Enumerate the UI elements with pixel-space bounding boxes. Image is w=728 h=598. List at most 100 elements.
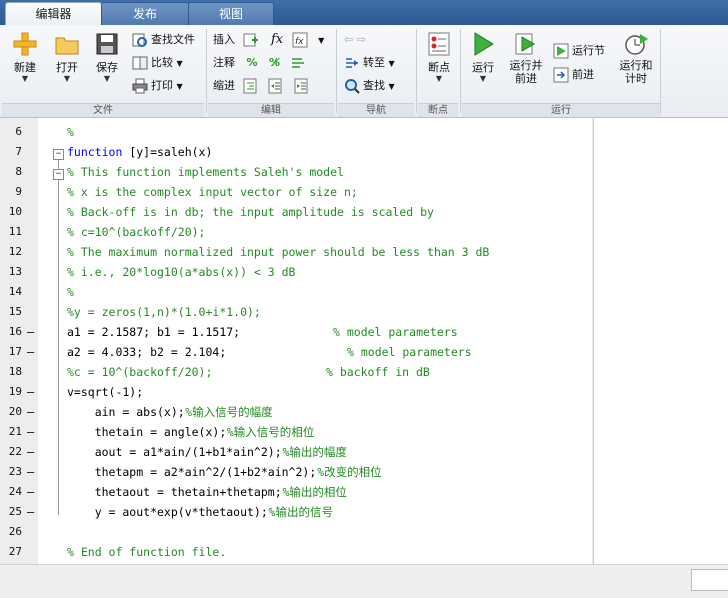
executable-line-marker[interactable]: –	[27, 382, 34, 402]
code-line[interactable]: 7 function [y]=saleh(x)	[0, 142, 728, 162]
breakpoints-button[interactable]: 断点 ▼	[422, 31, 456, 83]
run-advance-label-2: 前进	[515, 72, 537, 85]
code-line[interactable]: 8 % This function implements Saleh's mode…	[0, 162, 728, 182]
code-line[interactable]: 24– thetaout = thetain+thetapm; %输出的相位	[0, 482, 728, 502]
insert-icon	[243, 33, 258, 47]
run-icon	[474, 32, 494, 56]
save-button-label: 保存	[96, 61, 118, 74]
fold-function-toggle[interactable]: −	[53, 149, 64, 160]
uncomment-icon[interactable]: %̸	[269, 56, 280, 69]
back-icon[interactable]: ⇦	[344, 33, 353, 46]
code-line[interactable]: 18 %c = 10^(backoff/20); % backoff in dB	[0, 362, 728, 382]
find-button[interactable]: 查找 ▼	[344, 76, 395, 96]
code-line[interactable]: 27 % End of function file.	[0, 542, 728, 562]
comment-percent-icon[interactable]: %	[247, 56, 258, 69]
advance-button[interactable]: 前进	[553, 65, 594, 85]
code-line[interactable]: 22– aout = a1*ain/(1+b1*ain^2); %输出的幅度	[0, 442, 728, 462]
executable-line-marker[interactable]: –	[27, 462, 34, 482]
comment-text: %y = zeros(1,n)*(1.0+i*1.0);	[67, 305, 261, 319]
inline-comment: %输出的相位	[282, 485, 347, 499]
code-line[interactable]: 14%	[0, 282, 728, 302]
code-line[interactable]: 13 % i.e., 20*log10(a*abs(x)) < 3 dB	[0, 262, 728, 282]
code-line[interactable]: 20– ain = abs(x); %输入信号的幅度	[0, 402, 728, 422]
new-button[interactable]: 新建 ▼	[8, 31, 42, 83]
save-button[interactable]: 保存 ▼	[90, 31, 124, 83]
code-line[interactable]: 26	[0, 522, 728, 542]
code-text: function [y]=saleh(x)	[67, 142, 212, 162]
forward-icon[interactable]: ⇨	[357, 33, 366, 46]
find-files-icon	[132, 33, 147, 47]
code-line[interactable]: 16– a1 = 2.1587; b1 = 1.1517; % model para…	[0, 322, 728, 342]
wrap-comments-icon[interactable]	[290, 55, 306, 71]
divider	[206, 29, 207, 113]
executable-line-marker[interactable]: –	[27, 442, 34, 462]
code-line[interactable]: 6%	[0, 122, 728, 142]
code-line[interactable]: 25– y = aout*exp(v*thetaout); %输出的信号	[0, 502, 728, 522]
executable-line-marker[interactable]: –	[27, 402, 34, 422]
line-number: 6	[15, 125, 22, 138]
tab-editor[interactable]: 编辑器	[5, 2, 102, 27]
code-line[interactable]: 21– thetain = angle(x); %输入信号的相位	[0, 422, 728, 442]
chevron-down-icon: ▼	[176, 82, 183, 91]
goto-button[interactable]: 转至 ▼	[344, 53, 395, 73]
find-files-button[interactable]: 查找文件	[132, 30, 195, 50]
status-field	[691, 569, 728, 591]
open-button[interactable]: 打开 ▼	[50, 31, 84, 83]
open-button-label: 打开	[56, 61, 78, 74]
ribbon: 新建 ▼ 打开 ▼ 保存 ▼ 查找文件 比较 ▼ 打印 ▼ 文件 插入 fx f…	[0, 25, 728, 118]
comment-text: % The maximum normalized input power sho…	[67, 245, 490, 259]
run-time-label-2: 计时	[625, 72, 647, 85]
code-line[interactable]: 15 %y = zeros(1,n)*(1.0+i*1.0);	[0, 302, 728, 322]
comment-text: %	[67, 125, 74, 139]
divider	[336, 29, 337, 113]
line-number: 15	[8, 305, 22, 318]
run-button[interactable]: 运行 ▼	[466, 31, 500, 83]
outdent-icon[interactable]	[294, 78, 310, 94]
tab-view[interactable]: 视图	[188, 2, 274, 26]
code-editor[interactable]: 6% 7 function [y]=saleh(x) 8 % This function…	[0, 118, 728, 564]
code-line[interactable]: 10 % Back-off is in db; the input amplitu…	[0, 202, 728, 222]
new-file-icon	[13, 32, 37, 56]
run-and-advance-button[interactable]: 运行并 前进	[506, 31, 546, 85]
executable-line-marker[interactable]: –	[27, 342, 34, 362]
chevron-down-icon[interactable]: ▼	[318, 36, 324, 45]
code-line[interactable]: 17– a2 = 4.033; b2 = 2.104; % model parame…	[0, 342, 728, 362]
line-number: 8	[15, 165, 22, 178]
print-icon	[132, 78, 148, 94]
run-advance-icon	[515, 33, 535, 55]
divider	[416, 29, 417, 113]
executable-line-marker[interactable]: –	[27, 482, 34, 502]
code-line[interactable]: 23– thetapm = a2*ain^2/(1+b2*ain^2); %改变的…	[0, 462, 728, 482]
fx-icon[interactable]: fx	[271, 32, 283, 47]
insert-button[interactable]: 插入 fx fx ▼	[213, 30, 324, 50]
group-label-file: 文件	[2, 103, 204, 117]
function-browser-icon[interactable]: fx	[292, 32, 308, 48]
fold-comment-toggle[interactable]: −	[53, 169, 64, 180]
divider	[460, 29, 461, 113]
run-section-label: 运行节	[572, 44, 605, 57]
code-line[interactable]: 11 % c=10^(backoff/20);	[0, 222, 728, 242]
run-advance-label-1: 运行并	[509, 59, 543, 72]
code-line[interactable]: 12 % The maximum normalized input power s…	[0, 242, 728, 262]
executable-line-marker[interactable]: –	[27, 322, 34, 342]
compare-button[interactable]: 比较 ▼	[132, 53, 183, 73]
comment-button[interactable]: 注释 % %̸	[213, 53, 309, 73]
print-button[interactable]: 打印 ▼	[132, 76, 183, 96]
comment-label: 注释	[213, 56, 235, 69]
tab-strip: 编辑器 发布 视图	[0, 0, 728, 27]
tab-publish[interactable]: 发布	[101, 2, 189, 26]
executable-line-marker[interactable]: –	[27, 502, 34, 522]
code-line[interactable]: 19– v=sqrt(-1);	[0, 382, 728, 402]
code-line[interactable]: 9 % x is the complex input vector of size…	[0, 182, 728, 202]
run-and-time-button[interactable]: 运行和 计时	[616, 31, 656, 85]
comment-text: %c = 10^(backoff/20);	[67, 365, 213, 379]
inline-comment: % model parameters	[347, 345, 472, 359]
indent-icon[interactable]	[268, 78, 284, 94]
breakpoint-icon	[428, 32, 450, 56]
run-section-button[interactable]: 运行节	[553, 41, 605, 61]
back-forward-buttons[interactable]: ⇦ ⇨	[344, 30, 366, 50]
indent-button[interactable]: 缩进	[213, 76, 313, 96]
run-label: 运行	[472, 61, 494, 74]
smart-indent-icon[interactable]	[243, 78, 259, 94]
executable-line-marker[interactable]: –	[27, 422, 34, 442]
